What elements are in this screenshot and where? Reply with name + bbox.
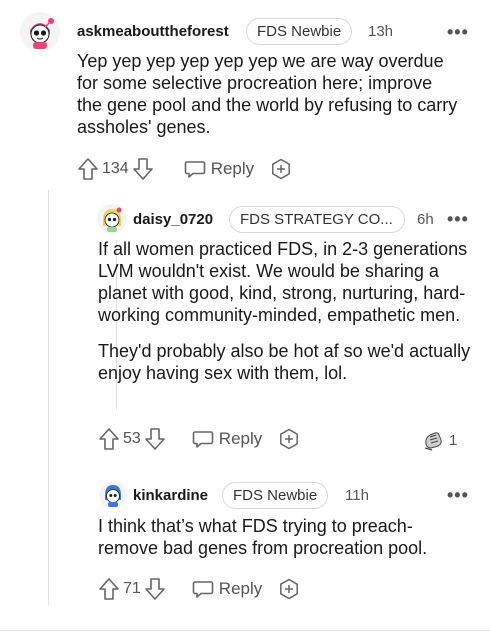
user-flair: FDS Newbie [246, 18, 353, 45]
speech-bubble-icon [192, 431, 214, 448]
reply-button[interactable]: Reply [192, 428, 262, 450]
upvote-arrow-icon[interactable] [98, 427, 120, 451]
comment-body: I think that’s what FDS trying to preach… [98, 515, 458, 559]
speech-bubble-icon [184, 161, 206, 178]
more-options-icon[interactable]: ••• [447, 486, 469, 504]
comment-paragraph: Yep yep yep yep yep yep we are way overd… [77, 51, 458, 137]
timestamp: 13h [368, 23, 394, 40]
award-count: 1 [449, 431, 458, 449]
divider [0, 630, 490, 631]
comment-paragraph: If all women practiced FDS, in 2-3 gener… [98, 239, 468, 325]
reply-button[interactable]: Reply [192, 578, 262, 600]
awards-received[interactable]: 1 [422, 426, 457, 454]
snoo-blonde-avatar-icon[interactable] [97, 204, 127, 234]
downvote-arrow-icon[interactable] [144, 577, 166, 601]
comment-actions: 53 Reply [98, 425, 300, 453]
add-award-icon[interactable] [278, 578, 300, 600]
comment-paragraph: I think that’s what FDS trying to preach… [98, 516, 428, 558]
upvote-arrow-icon[interactable] [77, 157, 99, 181]
vote-count: 134 [102, 160, 129, 177]
username[interactable]: askmeabouttheforest [77, 23, 229, 40]
snoo-pink-avatar-icon[interactable] [20, 12, 60, 52]
comment-body: Yep yep yep yep yep yep we are way overd… [77, 50, 462, 138]
thread-line [48, 190, 49, 605]
vote-count: 53 [123, 430, 141, 447]
reply-button[interactable]: Reply [184, 158, 254, 180]
hand-award-icon [422, 428, 446, 452]
user-flair: FDS STRATEGY CO... [229, 206, 405, 233]
comment-actions: 134 Reply [77, 155, 292, 183]
comment-actions: 71 Reply [98, 575, 300, 603]
username[interactable]: daisy_0720 [133, 211, 213, 228]
comment-paragraph: They'd probably also be hot af so we'd a… [98, 341, 471, 383]
upvote-arrow-icon[interactable] [98, 577, 120, 601]
add-award-icon[interactable] [278, 428, 300, 450]
downvote-arrow-icon[interactable] [144, 427, 166, 451]
user-flair: FDS Newbie [222, 482, 329, 509]
reply-label: Reply [218, 579, 263, 598]
more-options-icon[interactable]: ••• [447, 210, 469, 228]
timestamp: 11h [345, 487, 369, 504]
username[interactable]: kinkardine [133, 487, 208, 504]
add-award-icon[interactable] [270, 158, 292, 180]
reply-label: Reply [218, 429, 263, 448]
downvote-arrow-icon[interactable] [132, 157, 154, 181]
snoo-blue-avatar-icon[interactable] [99, 481, 127, 509]
speech-bubble-icon [192, 581, 214, 598]
reply-label: Reply [210, 159, 255, 178]
more-options-icon[interactable]: ••• [447, 23, 469, 41]
timestamp: 6h [417, 211, 434, 228]
comment-body: If all women practiced FDS, in 2-3 gener… [98, 238, 478, 384]
vote-count: 71 [123, 580, 141, 597]
